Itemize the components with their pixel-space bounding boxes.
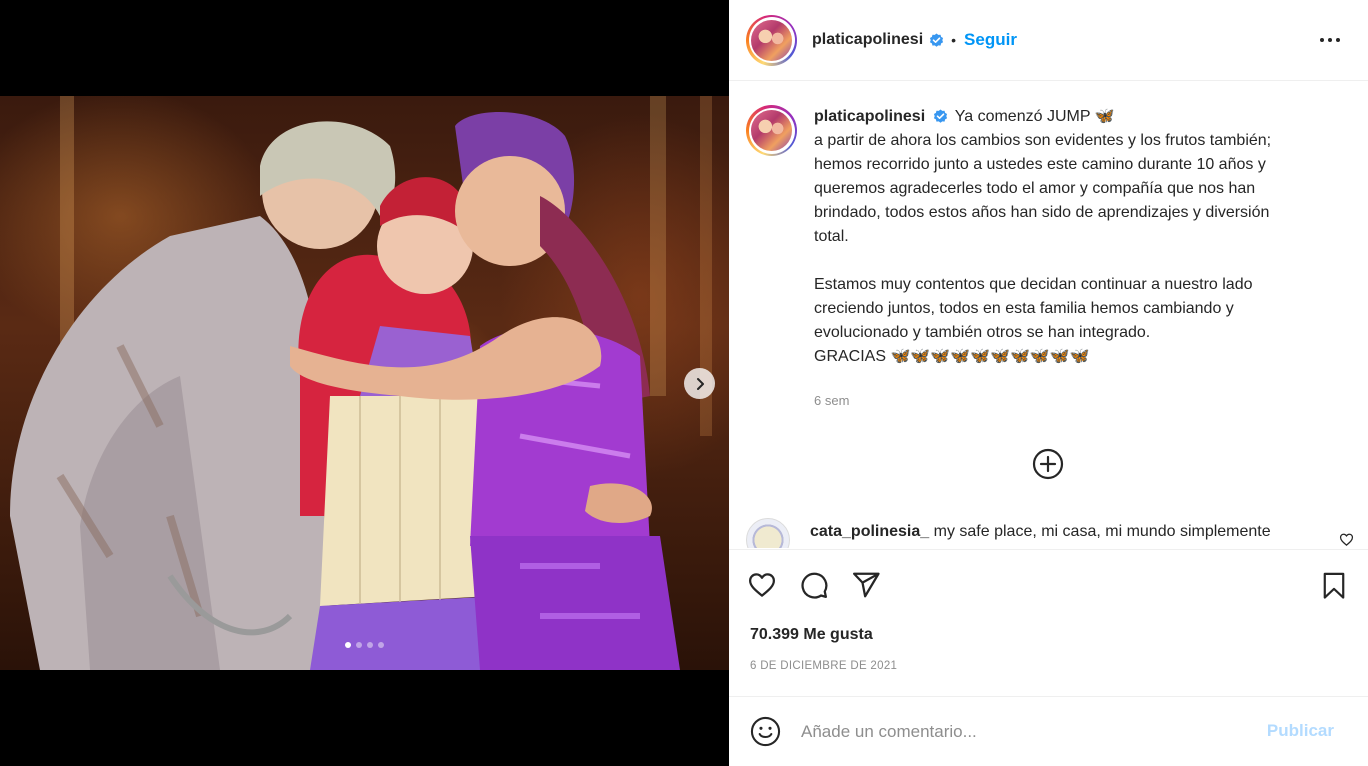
add-comment-bar: Publicar [729,696,1368,766]
caption-line: brindado, todos estos años han sido de a… [814,204,1270,221]
likes-count[interactable]: 70.399 Me gusta [750,626,873,644]
comment-input[interactable] [801,721,1251,742]
carousel-dot [367,642,373,648]
caption-line: evolucionado y también otros se han inte… [814,324,1151,341]
caption-line: queremos agradecerles todo el amor y com… [814,180,1256,197]
carousel-next-button[interactable] [684,368,715,399]
header-username[interactable]: platicapolinesi [812,31,923,49]
post-side-panel: platicapolinesi • Seguir platicapolinesi [729,0,1368,766]
post-date[interactable]: 6 DE DICIEMBRE DE 2021 [750,660,897,672]
share-icon[interactable] [851,570,881,600]
actions-section: 70.399 Me gusta 6 DE DICIEMBRE DE 2021 [729,549,1368,672]
photo-illustration [10,96,712,670]
caption-line: creciendo juntos, todos en esta familia … [814,300,1234,317]
comment-avatar[interactable] [746,518,790,548]
header-separator: • [951,32,957,48]
emoji-icon[interactable] [750,716,781,747]
more-options-icon [1320,38,1340,42]
caption-line: a partir de ahora los cambios son eviden… [814,132,1272,149]
chevron-right-icon [696,377,704,390]
bookmark-icon[interactable] [1320,571,1348,601]
post-header: platicapolinesi • Seguir [729,0,1368,81]
carousel-dot [356,642,362,648]
caption-line: total. [814,228,849,245]
caption-line: Estamos muy contentos que decidan contin… [814,276,1253,293]
caption-body: platicapolinesi Ya comenzó JUMP 🦋 a part… [814,105,1339,413]
caption-avatar[interactable] [746,105,797,156]
publish-button[interactable]: Publicar [1267,721,1334,741]
post-modal: platicapolinesi • Seguir platicapolinesi [0,0,1368,766]
post-time-ago[interactable]: 6 sem [814,389,1339,413]
comment-username[interactable]: cata_polinesia_ [810,523,929,540]
comment-text: my safe place, mi casa, mi mundo simplem… [933,523,1271,540]
carousel-dot [378,642,384,648]
caption-line: hemos recorrido junto a ustedes este cam… [814,156,1266,173]
heart-icon[interactable] [747,570,777,600]
verified-badge-icon [933,109,947,124]
avatar-image [751,110,792,151]
caption-username[interactable]: platicapolinesi [814,108,925,125]
post-media [0,0,729,766]
comment-item: cata_polinesia_ my safe place, mi casa, … [746,518,1356,548]
comment-like-icon[interactable] [1339,532,1354,547]
carousel-dot [345,642,351,648]
avatar[interactable] [746,14,797,66]
caption-first-line: Ya comenzó JUMP 🦋 [954,108,1115,125]
action-bar [747,570,881,600]
verified-badge-icon [930,32,944,47]
caption-line: GRACIAS 🦋🦋🦋🦋🦋🦋🦋🦋🦋🦋 [814,348,1090,365]
follow-button[interactable]: Seguir [964,30,1017,50]
avatar-image [751,19,792,61]
post-photo [0,96,729,670]
post-caption: platicapolinesi Ya comenzó JUMP 🦋 a part… [746,105,1356,413]
carousel-indicator [0,642,729,648]
more-options-button[interactable] [1318,30,1342,50]
load-more-plus-icon[interactable] [1031,447,1065,481]
comment-icon[interactable] [799,570,829,600]
